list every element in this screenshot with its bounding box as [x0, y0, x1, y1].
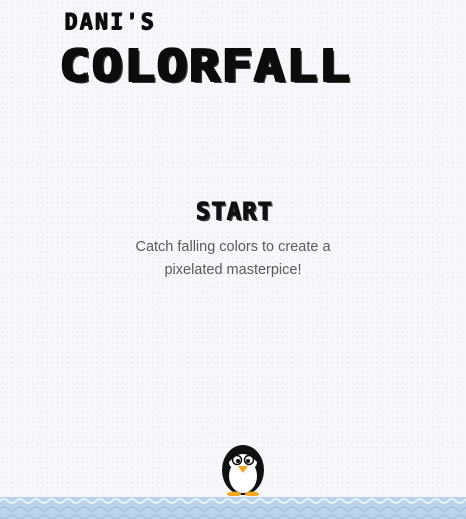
tagline-line-1: Catch falling colors to create a: [135, 239, 331, 255]
water-waves: [0, 497, 466, 519]
title-subtitle: Dani's: [64, 10, 156, 35]
water-ground: [0, 497, 466, 519]
game-title: Colorfall: [58, 40, 350, 91]
start-button[interactable]: START: [176, 196, 292, 226]
tagline: Catch falling colors to create a pixelat…: [118, 236, 348, 282]
penguin-player[interactable]: [219, 440, 267, 496]
penguin-right-pupil: [246, 459, 250, 463]
tagline-line-2: pixelated masterpice!: [164, 262, 302, 278]
penguin-left-pupil: [236, 459, 240, 463]
